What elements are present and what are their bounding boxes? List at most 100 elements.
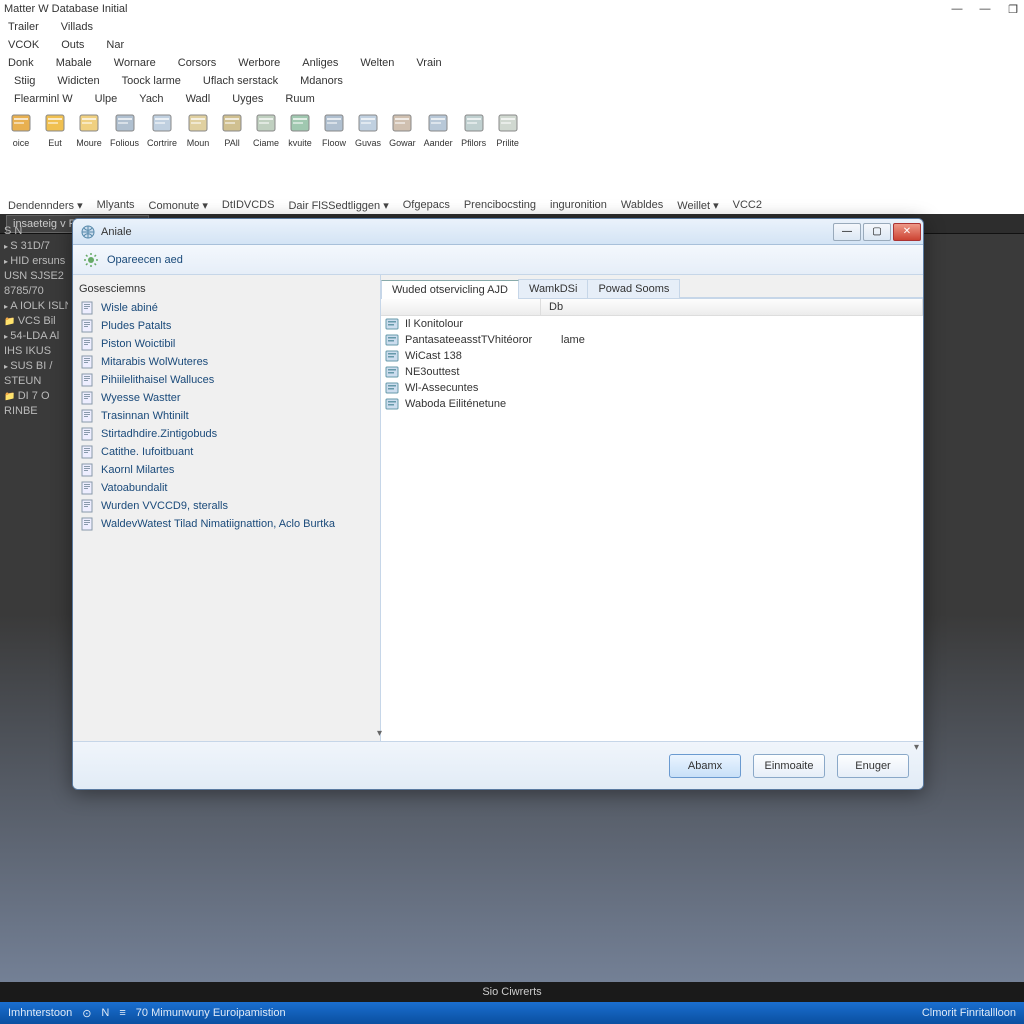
taskbar-right-label[interactable]: Clmorit Finritallloon: [922, 1007, 1016, 1019]
left-panel-item[interactable]: WaldevWatest Tilad Nimatiignattion, Aclo…: [79, 515, 374, 533]
list-item[interactable]: WiCast 138: [381, 348, 923, 364]
tree-node[interactable]: STEUN: [4, 374, 68, 389]
cancel-button[interactable]: Enuger: [837, 754, 909, 778]
ribbon-tab[interactable]: Uflach serstack: [193, 74, 288, 88]
ribbon-button[interactable]: Pfilors: [457, 108, 491, 150]
list-item[interactable]: Il Konitolour: [381, 316, 923, 332]
list-item[interactable]: PantasateeasstTVhitéororlame: [381, 332, 923, 348]
ribbon-button[interactable]: Cortrire: [143, 108, 181, 150]
menu-item[interactable]: Anliges: [298, 56, 342, 70]
left-panel-item[interactable]: Pihiilelithaisel Walluces: [79, 371, 374, 389]
left-panel-item[interactable]: Kaornl Milartes: [79, 461, 374, 479]
ribbon-button[interactable]: PAll: [215, 108, 249, 150]
menu-item[interactable]: Mabale: [52, 56, 96, 70]
tree-node[interactable]: S 31D/7: [4, 239, 68, 254]
dialog-minimize-button[interactable]: —: [833, 223, 861, 241]
ribbon-subitem[interactable]: Ofgepacs: [399, 199, 454, 211]
list-item[interactable]: Wl-Assecuntes: [381, 380, 923, 396]
minimize-icon[interactable]: —: [950, 3, 964, 16]
ribbon-button[interactable]: Moun: [181, 108, 215, 150]
ribbon-subitem[interactable]: VCC2: [729, 199, 766, 211]
ribbon-tab[interactable]: Uyges: [222, 92, 273, 106]
ribbon-tab[interactable]: Widicten: [47, 74, 109, 88]
tree-node[interactable]: DI 7 O: [4, 389, 68, 404]
menu-item[interactable]: VCOK: [4, 38, 43, 52]
ribbon-button[interactable]: oice: [4, 108, 38, 150]
ribbon-subitem[interactable]: Mlyants: [93, 199, 139, 211]
menu-item[interactable]: Nar: [102, 38, 128, 52]
ribbon-subitem[interactable]: Dendennders ▾: [4, 199, 87, 212]
taskbar-icon[interactable]: N: [101, 1007, 109, 1019]
maximize-icon[interactable]: —: [978, 3, 992, 16]
left-panel-item[interactable]: Catithe. Iufoitbuant: [79, 443, 374, 461]
left-panel-item[interactable]: Pludes Patalts: [79, 317, 374, 335]
tree-node[interactable]: S N: [4, 224, 68, 239]
menu-item[interactable]: Welten: [356, 56, 398, 70]
primary-button[interactable]: Abamx: [669, 754, 741, 778]
tree-node[interactable]: USN SJSE2: [4, 269, 68, 284]
ribbon-tab[interactable]: Wadl: [176, 92, 221, 106]
list-header-col[interactable]: [381, 299, 541, 315]
menu-item[interactable]: Wornare: [110, 56, 160, 70]
ribbon-tab[interactable]: Stiig: [4, 74, 45, 88]
menu-item[interactable]: Werbore: [234, 56, 284, 70]
dialog-maximize-button[interactable]: ▢: [863, 223, 891, 241]
list-header-col[interactable]: Db: [541, 299, 923, 315]
ribbon-tab[interactable]: Ulpe: [85, 92, 128, 106]
ribbon-button[interactable]: Folious: [106, 108, 143, 150]
dialog-tab[interactable]: WamkDSi: [518, 279, 588, 298]
ribbon-tab[interactable]: Flearminl W: [4, 92, 83, 106]
ribbon-button[interactable]: Guvas: [351, 108, 385, 150]
ribbon-button[interactable]: Ciame: [249, 108, 283, 150]
ribbon-button[interactable]: Aander: [420, 108, 457, 150]
tree-node[interactable]: 8785/70: [4, 284, 68, 299]
menu-item[interactable]: Donk: [4, 56, 38, 70]
list-item[interactable]: Waboda Eiliténetune: [381, 396, 923, 412]
list-item[interactable]: NE3outtest: [381, 364, 923, 380]
ribbon-button[interactable]: Gowar: [385, 108, 420, 150]
left-panel-item[interactable]: Wurden VVCCD9, steralls: [79, 497, 374, 515]
left-panel-item[interactable]: Wisle abiné: [79, 299, 374, 317]
restore-icon[interactable]: ❐: [1006, 3, 1020, 16]
ribbon-tab[interactable]: Yach: [129, 92, 173, 106]
tree-node[interactable]: 54-LDA Al: [4, 329, 68, 344]
ribbon-subitem[interactable]: Weillet ▾: [673, 199, 722, 212]
ribbon-tab[interactable]: Mdanors: [290, 74, 353, 88]
ribbon-button[interactable]: Prilite: [491, 108, 525, 150]
tree-node[interactable]: IHS IKUS: [4, 344, 68, 359]
ribbon-subitem[interactable]: DtIDVCDS: [218, 199, 279, 211]
left-panel-item[interactable]: Wyesse Wastter: [79, 389, 374, 407]
ribbon-tab[interactable]: Toock larme: [112, 74, 191, 88]
ribbon-button[interactable]: Eut: [38, 108, 72, 150]
tree-node[interactable]: HID ersuns: [4, 254, 68, 269]
left-panel-item[interactable]: Mitarabis WolWuteres: [79, 353, 374, 371]
ribbon-button[interactable]: kvuite: [283, 108, 317, 150]
left-panel-item[interactable]: Piston Woictibil: [79, 335, 374, 353]
taskbar-left-label[interactable]: Imhnterstoon: [8, 1007, 72, 1019]
ribbon-subitem[interactable]: Prencibocsting: [460, 199, 540, 211]
taskbar-center-label[interactable]: 70 Mimunwuny Euroipamistion: [136, 1007, 286, 1019]
left-panel-item[interactable]: Trasinnan Whtinilt: [79, 407, 374, 425]
ribbon-subitem[interactable]: Comonute ▾: [145, 199, 212, 212]
menu-item[interactable]: Outs: [57, 38, 88, 52]
tree-node[interactable]: A IOLK ISLN: [4, 299, 68, 314]
ribbon-subitem[interactable]: inguronition: [546, 199, 611, 211]
ribbon-button[interactable]: Floow: [317, 108, 351, 150]
taskbar-icon[interactable]: ⊙: [82, 1007, 91, 1020]
tree-node[interactable]: RINBE: [4, 404, 68, 419]
menu-item[interactable]: Vrain: [412, 56, 445, 70]
tree-node[interactable]: SUS BI /: [4, 359, 68, 374]
tree-node[interactable]: VCS Bil: [4, 314, 68, 329]
left-panel-item[interactable]: Vatoabundalit: [79, 479, 374, 497]
dialog-close-button[interactable]: ✕: [893, 223, 921, 241]
taskbar-icon[interactable]: ≡: [119, 1007, 125, 1019]
dialog-tab[interactable]: Wuded otservicling AJD: [381, 280, 519, 299]
secondary-button[interactable]: Einmoaite: [753, 754, 825, 778]
menu-item[interactable]: Corsors: [174, 56, 221, 70]
ribbon-button[interactable]: Moure: [72, 108, 106, 150]
ribbon-subitem[interactable]: Wabldes: [617, 199, 667, 211]
dialog-tab[interactable]: Powad Sooms: [587, 279, 680, 298]
left-panel-item[interactable]: Stirtadhdire.Zintigobuds: [79, 425, 374, 443]
ribbon-subitem[interactable]: Dair FlSSedtliggen ▾: [284, 199, 392, 212]
ribbon-tab[interactable]: Ruum: [275, 92, 324, 106]
